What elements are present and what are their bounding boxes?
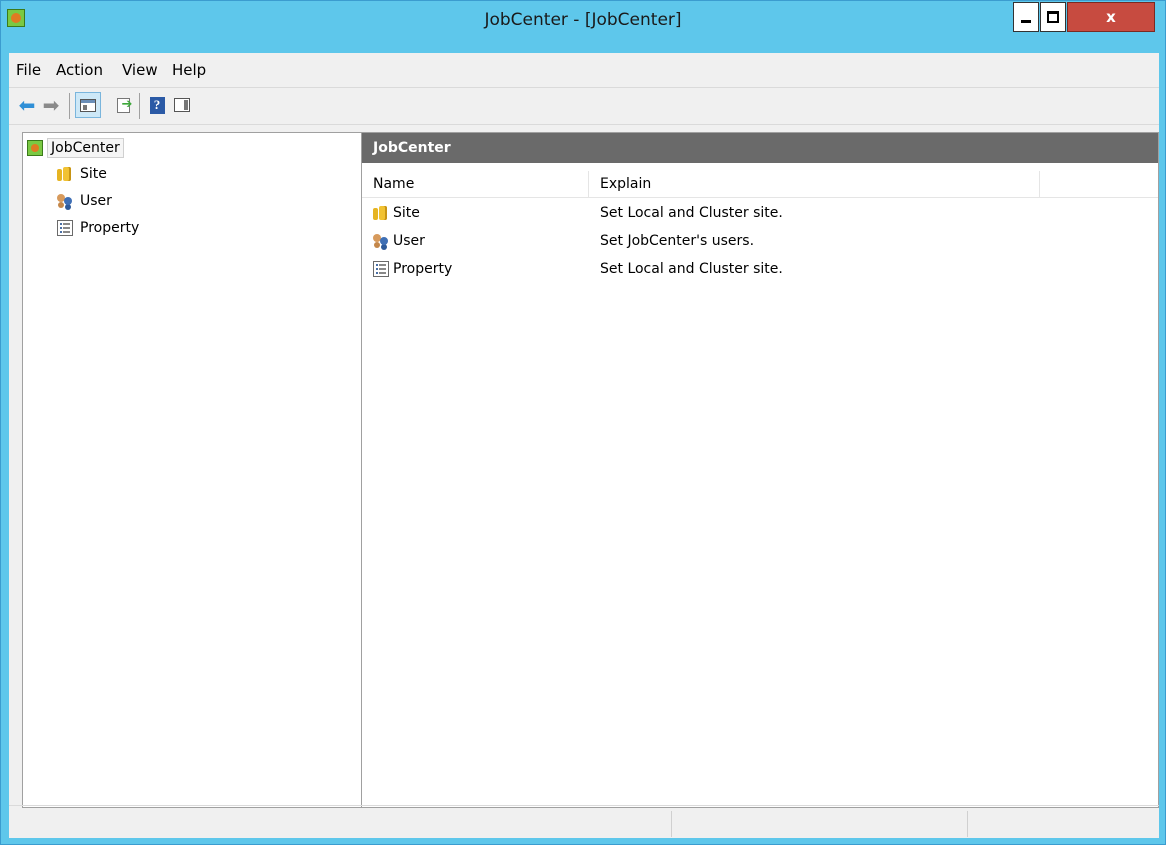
maximize-icon — [1047, 11, 1059, 23]
minimize-icon — [1021, 19, 1031, 23]
maximize-button[interactable] — [1040, 2, 1066, 32]
minimize-button[interactable] — [1013, 2, 1039, 32]
tree-item-property[interactable]: Property — [57, 217, 142, 239]
export-list-button[interactable] — [113, 95, 133, 115]
show-hide-action-pane-button[interactable] — [172, 95, 192, 115]
menu-view[interactable]: View — [122, 61, 158, 79]
app-window: JobCenter - [JobCenter] x File Action Vi… — [0, 0, 1166, 845]
help-button[interactable]: ? — [147, 95, 167, 115]
site-icon — [57, 166, 73, 182]
action-pane-icon — [174, 98, 190, 112]
menu-help[interactable]: Help — [172, 61, 206, 79]
tree-item-label: JobCenter — [47, 138, 124, 158]
menu-action[interactable]: Action — [56, 61, 103, 79]
property-icon — [57, 220, 73, 236]
forward-button[interactable]: ➡ — [41, 95, 61, 115]
row-name: Property — [393, 261, 453, 277]
row-explain: Set JobCenter's users. — [600, 233, 755, 249]
toolbar-separator — [139, 93, 140, 119]
forward-icon: ➡ — [42, 93, 60, 117]
site-icon — [373, 205, 389, 221]
tree-item-jobcenter[interactable]: JobCenter — [27, 137, 124, 159]
export-list-icon — [116, 97, 132, 113]
user-icon — [57, 193, 73, 209]
close-button[interactable]: x — [1067, 2, 1155, 32]
row-explain: Set Local and Cluster site. — [600, 261, 783, 277]
back-icon: ⬅ — [18, 93, 36, 117]
help-icon: ? — [149, 96, 165, 114]
user-icon — [373, 233, 389, 249]
result-pane-header: JobCenter — [362, 133, 1158, 163]
title-bar[interactable]: JobCenter - [JobCenter] x — [1, 1, 1165, 46]
menu-bar: File Action View Help — [9, 53, 1159, 88]
list-column-headers: Name Explain — [362, 171, 1158, 198]
column-header-explain[interactable]: Explain — [589, 171, 1040, 197]
result-pane: JobCenter Name Explain Site Set Local an… — [361, 132, 1159, 808]
menu-file[interactable]: File — [16, 61, 41, 79]
toolbar: ⬅ ➡ ? — [9, 88, 1159, 125]
client-area: File Action View Help ⬅ ➡ ? JobCenter Si… — [9, 53, 1159, 838]
jobcenter-icon — [27, 140, 43, 156]
toolbar-separator — [69, 93, 70, 119]
back-button[interactable]: ⬅ — [17, 95, 37, 115]
row-explain: Set Local and Cluster site. — [600, 205, 783, 221]
console-tree-icon — [80, 98, 96, 112]
tree-item-user[interactable]: User — [57, 190, 115, 212]
tree-item-site[interactable]: Site — [57, 163, 110, 185]
status-segment — [967, 811, 968, 837]
status-bar — [9, 805, 1159, 839]
row-name: Site — [393, 205, 420, 221]
console-tree[interactable]: JobCenter Site User Property — [22, 132, 362, 808]
row-name: User — [393, 233, 425, 249]
list-item[interactable]: Site Set Local and Cluster site. — [362, 199, 1150, 227]
show-hide-console-tree-button[interactable] — [75, 92, 101, 118]
list-item[interactable]: User Set JobCenter's users. — [362, 227, 1150, 255]
tree-item-label: User — [80, 193, 112, 209]
list-item[interactable]: Property Set Local and Cluster site. — [362, 255, 1150, 283]
tree-item-label: Site — [80, 166, 107, 182]
property-icon — [373, 261, 389, 277]
window-title: JobCenter - [JobCenter] — [484, 10, 682, 30]
status-segment — [671, 811, 672, 837]
tree-item-label: Property — [80, 220, 140, 236]
column-header-name[interactable]: Name — [362, 171, 589, 197]
